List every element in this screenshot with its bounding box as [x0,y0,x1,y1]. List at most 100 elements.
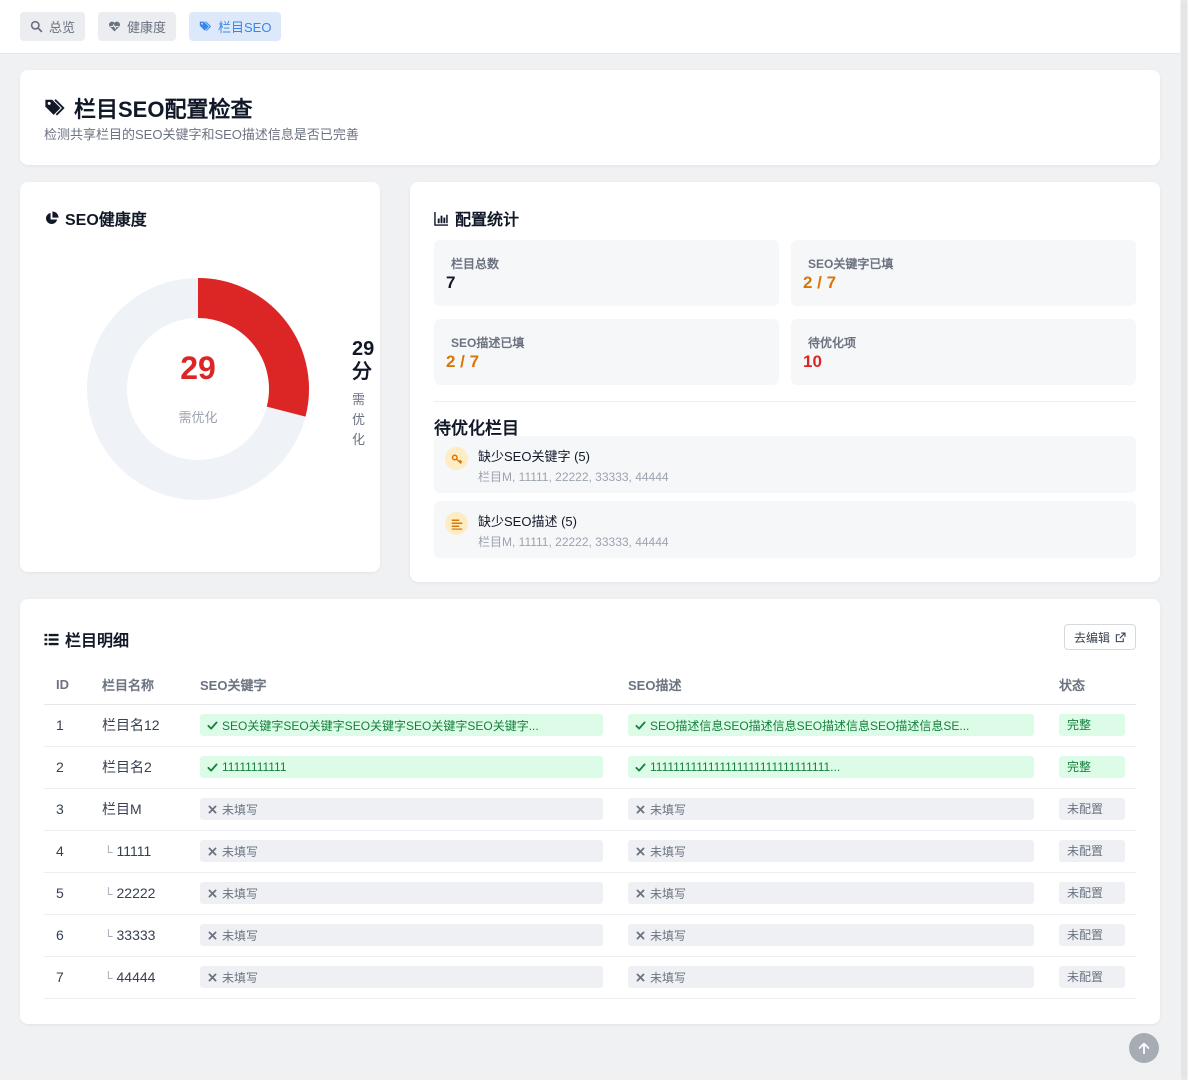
cell-id: 7 [44,956,90,999]
health-title-text: SEO健康度 [65,212,147,229]
tags-icon [199,21,212,31]
cell-id: 3 [44,788,90,831]
cell-id: 6 [44,914,90,957]
times-icon [636,805,645,813]
description-text: 1111111111111111111111111111111... [650,760,841,774]
times-icon [208,889,217,897]
description-text: 未填写 [650,844,687,859]
column-header-id: ID [44,665,90,705]
column-name: 33333 [116,927,156,943]
stat-value: 2 / 7 [803,273,837,292]
cell-description: 未填写 [616,956,1047,999]
health-donut: 29 需优化 [86,277,310,501]
stat-total-columns: 栏目总数 7 [434,240,779,306]
tab-overview[interactable]: 总览 [20,12,86,41]
tab-overview-label: 总览 [49,20,76,35]
table-body: 1 栏目名12 SEO关键字SEO关键字SEO关键字SEO关键字SEO关键字... S… [44,704,1136,999]
pie-chart-icon [45,210,59,224]
keyword-text: 未填写 [222,802,259,817]
times-icon [636,973,645,981]
status-badge: 未配置 [1059,924,1125,946]
cell-description: 未填写 [616,788,1047,831]
description-pill: 未填写 [628,924,1034,946]
times-icon [636,931,645,939]
keyword-text: SEO关键字SEO关键字SEO关键字SEO关键字SEO关键字... [222,718,539,733]
status-badge: 完整 [1059,756,1125,778]
keyword-pill: 未填写 [200,924,603,946]
back-to-top-button[interactable] [1129,1033,1159,1063]
cell-name: └ 44444 [90,956,188,999]
check-icon [207,763,218,771]
tab-health[interactable]: 健康度 [98,12,177,41]
cell-id: 2 [44,746,90,789]
tab-health-label: 健康度 [127,20,167,35]
description-text: SEO描述信息SEO描述信息SEO描述信息SEO描述信息SE... [650,718,970,733]
description-text: 未填写 [650,928,687,943]
header-card: 栏目SEO配置检查 检测共享栏目的SEO关键字和SEO描述信息是否已完善 [20,70,1160,165]
donut-chart [87,278,309,500]
table-row: 7 └ 44444 未填写 未填写 未配置 [44,956,1136,999]
cell-status: 未配置 [1047,830,1136,873]
donut-score: 29 [180,350,216,386]
cell-keywords: 未填写 [188,788,616,831]
stat-label: 待优化项 [808,336,857,350]
pending-item-name: 缺少SEO关键字 (5) [478,449,590,464]
check-icon [635,763,646,771]
keyword-pill: SEO关键字SEO关键字SEO关键字SEO关键字SEO关键字... [200,714,603,736]
side-score: 29分 [352,338,375,383]
cell-description: 未填写 [616,914,1047,957]
cell-status: 未配置 [1047,788,1136,831]
times-icon [208,973,217,981]
keyword-pill: 11111111111 [200,756,603,778]
tab-column-seo[interactable]: 栏目SEO [189,12,282,41]
page-subtitle: 检测共享栏目的SEO关键字和SEO描述信息是否已完善 [44,127,359,142]
detail-title: 栏目明细 [44,627,129,651]
keyword-text: 未填写 [222,844,259,859]
column-header-name: 栏目名称 [90,665,188,705]
cell-name: └ 22222 [90,872,188,915]
times-icon [636,889,645,897]
stat-value: 7 [446,273,456,292]
indent-glyph: └ [104,971,113,985]
edit-button[interactable]: 去编辑 [1064,624,1136,650]
stat-pending-items: 待优化项 10 [791,319,1136,385]
times-icon [208,931,217,939]
description-pill: 未填写 [628,882,1034,904]
page-title-text: 栏目SEO配置检查 [74,97,253,122]
status-badge: 未配置 [1059,966,1125,988]
list-icon [44,633,59,645]
keyword-text: 11111111111 [222,760,287,774]
health-title: SEO健康度 [44,206,147,230]
pending-item-keywords: 缺少SEO关键字 (5) 栏目M, 11111, 22222, 33333, 4… [434,436,1136,493]
stat-label: 栏目总数 [451,257,500,271]
status-badge: 完整 [1059,714,1125,736]
keyword-text: 未填写 [222,928,259,943]
table-header: ID 栏目名称 SEO关键字 SEO描述 状态 [44,665,1136,705]
description-pill: 未填写 [628,798,1034,820]
column-header-keywords: SEO关键字 [188,665,616,705]
cell-keywords: 未填写 [188,872,616,915]
keyword-pill: 未填写 [200,840,603,862]
cell-keywords: 未填写 [188,914,616,957]
status-badge: 未配置 [1059,840,1125,862]
keyword-text: 未填写 [222,886,259,901]
detail-card: 栏目明细 去编辑 ID 栏目名称 SEO关键字 SEO描述 状态 1 栏目名12 S… [20,599,1160,1024]
arrow-up-icon [1138,1042,1150,1055]
column-header-description: SEO描述 [616,665,1047,705]
key-icon [445,447,468,470]
times-icon [208,847,217,855]
column-name: 栏目名2 [102,759,152,775]
scrollbar-thumb[interactable] [1181,0,1187,1080]
scrollbar-track[interactable] [1180,0,1188,1080]
status-badge: 未配置 [1059,798,1125,820]
indent-glyph: └ [104,845,113,859]
stat-descriptions-filled: SEO描述已填 2 / 7 [434,319,779,385]
cell-name: 栏目M [90,788,188,831]
search-icon [30,20,43,33]
cell-keywords: 未填写 [188,830,616,873]
table-row: 5 └ 22222 未填写 未填写 未配置 [44,872,1136,915]
bar-chart-icon [434,211,449,226]
description-pill: 未填写 [628,966,1034,988]
cell-status: 完整 [1047,746,1136,789]
stats-card: 配置统计 栏目总数 7 SEO关键字已填 2 / 7 SEO描述已填 2 / 7… [410,182,1160,582]
